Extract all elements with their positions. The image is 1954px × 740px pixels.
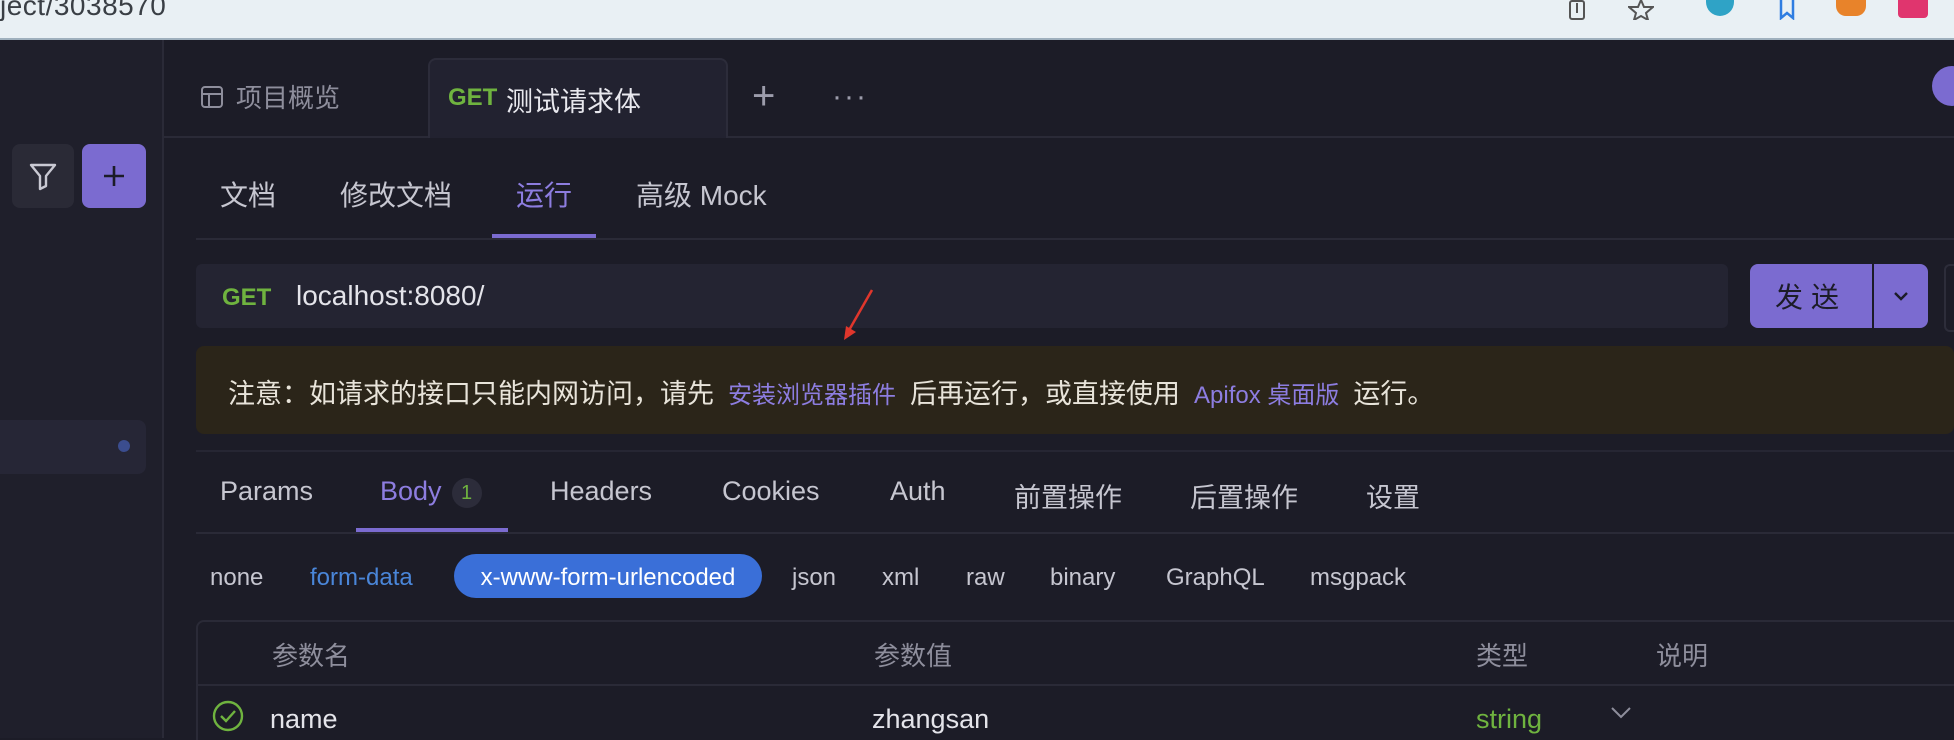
- translate-icon[interactable]: [1898, 0, 1928, 18]
- param-tab-active-indicator: [356, 528, 508, 532]
- body-type-urlencoded-label: x-www-form-urlencoded: [480, 564, 736, 591]
- filter-icon: [29, 163, 57, 191]
- body-type-raw[interactable]: raw: [966, 564, 1005, 592]
- column-header-value: 参数值: [874, 641, 953, 671]
- type-dropdown-chevron-icon[interactable]: [1610, 706, 1632, 720]
- body-type-msgpack[interactable]: msgpack: [1310, 564, 1406, 592]
- tab-pre-operations[interactable]: 前置操作: [1014, 476, 1122, 515]
- new-tab-button[interactable]: +: [752, 72, 775, 120]
- chevron-down-icon: [1894, 292, 1908, 301]
- tab-method-badge: GET: [448, 84, 498, 111]
- notice-prefix: 注意：如请求的接口只能内网访问，请先: [228, 379, 714, 409]
- body-type-form-data[interactable]: form-data: [310, 564, 413, 592]
- bookmark-icon[interactable]: [1772, 0, 1802, 20]
- tab-overview-label: 项目概览: [236, 83, 341, 113]
- send-button[interactable]: 发送: [1750, 264, 1872, 328]
- column-header-description: 说明: [1656, 641, 1709, 671]
- check-circle-icon[interactable]: [212, 700, 244, 732]
- param-name-cell[interactable]: name: [270, 704, 338, 735]
- request-url-input[interactable]: localhost:8080/: [296, 280, 484, 312]
- body-count-badge: 1: [451, 477, 482, 508]
- divider: [196, 450, 1954, 452]
- body-type-xml[interactable]: xml: [882, 564, 919, 592]
- subtab-run[interactable]: 运行: [516, 174, 572, 214]
- install-plugin-link[interactable]: 安装浏览器插件: [728, 375, 896, 410]
- param-type-cell[interactable]: string: [1476, 704, 1542, 735]
- subtab-active-indicator: [492, 234, 596, 238]
- share-icon[interactable]: [1562, 0, 1592, 20]
- add-button[interactable]: [82, 144, 146, 208]
- filter-button[interactable]: [12, 144, 74, 208]
- param-value-cell[interactable]: zhangsan: [872, 704, 989, 735]
- subtab-edit-doc[interactable]: 修改文档: [340, 174, 452, 214]
- star-icon[interactable]: [1626, 0, 1656, 20]
- unsaved-dot-icon: [118, 440, 130, 452]
- tab-body[interactable]: Body 1: [380, 476, 482, 508]
- layout-icon: [201, 85, 223, 108]
- tab-cookies[interactable]: Cookies: [722, 476, 820, 507]
- divider: [196, 238, 1954, 240]
- plus-icon: [104, 166, 124, 186]
- metamask-icon[interactable]: [1836, 0, 1866, 16]
- desktop-app-link[interactable]: Apifox 桌面版: [1194, 375, 1339, 410]
- tab-title: 测试请求体: [506, 87, 641, 117]
- annotation-arrow-icon: [844, 289, 874, 340]
- body-type-none[interactable]: none: [210, 564, 263, 592]
- tab-auth[interactable]: Auth: [890, 476, 946, 507]
- tab-project-overview[interactable]: 项目概览: [200, 78, 340, 115]
- tab-post-operations[interactable]: 后置操作: [1190, 476, 1298, 515]
- save-button-edge[interactable]: [1944, 264, 1954, 332]
- divider: [198, 684, 1954, 686]
- notice-middle: 后再运行，或直接使用: [910, 379, 1180, 409]
- body-type-json[interactable]: json: [792, 564, 836, 592]
- subtab-advanced-mock[interactable]: 高级 Mock: [636, 174, 767, 214]
- notice-suffix: 运行。: [1353, 379, 1435, 409]
- divider: [196, 532, 1954, 534]
- browser-url[interactable]: ject/3038570: [0, 0, 166, 22]
- tab-params[interactable]: Params: [220, 476, 313, 507]
- tab-body-label: Body: [380, 476, 442, 506]
- more-tabs-button[interactable]: ···: [832, 80, 868, 114]
- body-type-binary[interactable]: binary: [1050, 564, 1115, 592]
- request-method[interactable]: GET: [222, 284, 271, 312]
- subtab-doc[interactable]: 文档: [220, 174, 276, 214]
- body-type-graphql[interactable]: GraphQL: [1166, 564, 1265, 592]
- tab-settings[interactable]: 设置: [1366, 476, 1420, 515]
- column-header-type: 类型: [1476, 641, 1529, 671]
- notice-text: 注意：如请求的接口只能内网访问，请先 安装浏览器插件 后再运行，或直接使用 Ap…: [228, 372, 1434, 411]
- column-header-name: 参数名: [272, 641, 351, 671]
- tab-headers[interactable]: Headers: [550, 476, 652, 507]
- send-dropdown-button[interactable]: [1874, 264, 1928, 328]
- extension-m-icon[interactable]: [1706, 0, 1734, 16]
- browser-toolbar: ject/3038570: [0, 0, 1954, 40]
